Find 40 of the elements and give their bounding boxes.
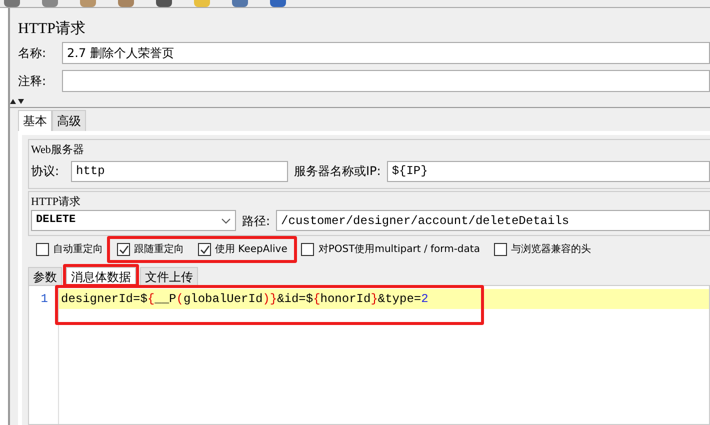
checkbox[interactable] [117,243,130,256]
checkmark-icon [200,245,210,254]
checkbox-label: 使用 KeepAlive [215,243,288,257]
checkbox-label: 与浏览器兼容的头 [510,242,591,257]
comment-field[interactable] [62,70,710,92]
protocol-field[interactable]: http [71,160,288,182]
splitter-icon[interactable] [10,98,24,104]
field-label: 服务器名称或IP: [294,163,381,180]
tab[interactable]: 参数 [28,267,62,285]
group-legend: Web服务器 [31,142,710,158]
checkbox-label: 自动重定向 [53,242,103,257]
checkbox[interactable] [36,243,49,256]
toolbar-icon[interactable] [270,0,286,7]
checkbox[interactable] [494,243,507,256]
field-label: 注释: [18,73,48,90]
checkbox-label: 跟随重定向 [134,242,184,257]
caret-icon [221,218,231,224]
group-legend: HTTP请求 [31,194,710,210]
field-label: 名称: [18,45,48,62]
field-label: 协议: [31,163,60,180]
method-dropdown[interactable]: DELETE [31,210,236,231]
server-field[interactable]: ${IP} [386,160,710,182]
checkbox[interactable] [301,243,314,256]
panel-title: HTTP请求 [18,20,86,38]
checkbox-label: 对POST使用multipart / form-data [318,242,480,257]
field-label: 路径: [242,212,270,230]
checkmark-icon [118,245,128,254]
line-number: 1 [40,291,48,308]
toolbar-icon[interactable] [156,0,172,7]
tab[interactable]: 消息体数据 [66,267,136,285]
name-field[interactable]: 2.7 删除个人荣誉页 [62,42,710,64]
tab[interactable]: 文件上传 [140,267,198,285]
toolbar-icon[interactable] [118,0,134,7]
toolbar-icon[interactable] [232,0,248,7]
tab[interactable]: 高级 [52,110,86,131]
toolbar-icon[interactable] [42,0,58,7]
toolbar-icon[interactable] [4,0,20,7]
path-field[interactable]: /customer/designer/account/deleteDetails [276,210,710,231]
checkbox[interactable] [198,243,211,256]
tab[interactable]: 基本 [18,110,52,131]
